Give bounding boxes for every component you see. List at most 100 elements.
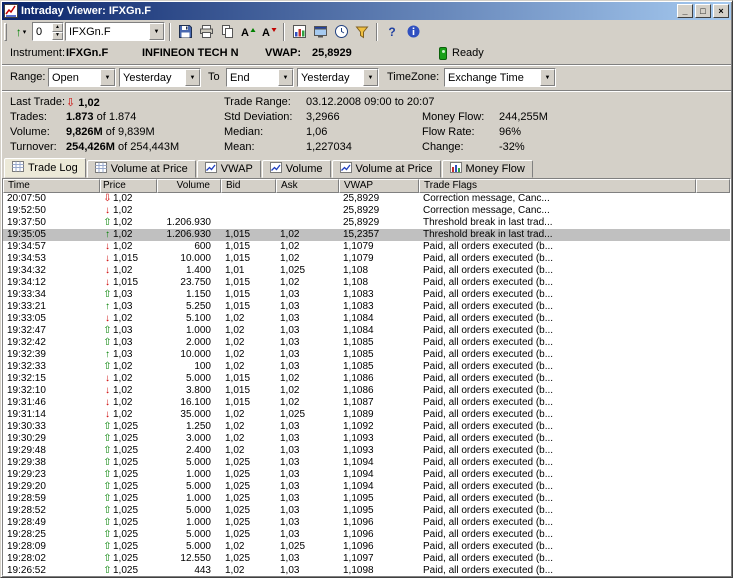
cell-bid: 1,025	[221, 481, 276, 493]
table-row[interactable]: 19:28:02⇧1,02512.5501,0251,031,1097Paid,…	[3, 553, 730, 565]
maximize-button[interactable]: □	[695, 4, 711, 18]
price-value: 1,015	[113, 277, 138, 289]
help-button[interactable]: ?	[382, 22, 402, 42]
table-row[interactable]: 19:29:48⇧1,0252.4001,021,031,1093Paid, a…	[3, 445, 730, 457]
layout-button[interactable]	[310, 22, 330, 42]
table-row[interactable]: 19:28:52⇧1,0255.0001,0251,031,1095Paid, …	[3, 505, 730, 517]
cell-time: 19:34:32	[3, 265, 100, 277]
instrument-combo[interactable]: IFXGn.F ▼	[65, 22, 165, 41]
range-from-type-combo[interactable]: Open▼	[48, 68, 116, 87]
range-to-type-combo[interactable]: End▼	[226, 68, 294, 87]
tab-volume-at-price[interactable]: Volume at Price	[87, 160, 196, 178]
column-header-trade-flags[interactable]: Trade Flags	[419, 179, 696, 193]
toolbar-gripper[interactable]	[4, 23, 7, 41]
table-row[interactable]: 19:34:32↓1,021.4001,011,0251,108Paid, al…	[3, 265, 730, 277]
table-row[interactable]: 19:34:12↓1,01523.7501,0151,021,108Paid, …	[3, 277, 730, 289]
table-row[interactable]: 19:34:53↓1,01510.0001,0151,021,1079Paid,…	[3, 253, 730, 265]
font-decrease-button[interactable]: A	[259, 22, 279, 42]
table-row[interactable]: 19:29:38⇧1,0255.0001,0251,031,1094Paid, …	[3, 457, 730, 469]
chevron-down-icon[interactable]: ▼	[100, 69, 115, 86]
table-row[interactable]: 19:35:05↑1,021.206.9301,0151,0215,2357Th…	[3, 229, 730, 241]
navigate-up-button[interactable]: ↑▾	[11, 22, 31, 42]
table-row[interactable]: 19:28:49⇧1,0251.0001,0251,031,1096Paid, …	[3, 517, 730, 529]
table-row[interactable]: 19:32:33⇧1,021001,021,031,1085Paid, all …	[3, 361, 730, 373]
table-row[interactable]: 19:32:15↓1,025.0001,0151,021,1086Paid, a…	[3, 373, 730, 385]
down-arrow-icon: ⇩	[102, 193, 113, 205]
timezone-combo[interactable]: Exchange Time▼	[444, 68, 556, 87]
cell-trade-flags: Threshold break in last trad...	[419, 217, 696, 229]
copy-button[interactable]	[217, 22, 237, 42]
chevron-down-icon[interactable]: ▼	[149, 23, 164, 40]
table-row[interactable]: 19:34:57↓1,026001,0151,021,1079Paid, all…	[3, 241, 730, 253]
table-row[interactable]: 19:37:50⇧1,021.206.93025,8929Threshold b…	[3, 217, 730, 229]
table-row[interactable]: 19:33:34⇧1,031.1501,0151,031,1083Paid, a…	[3, 289, 730, 301]
table-row[interactable]: 19:32:47⇧1,031.0001,021,031,1084Paid, al…	[3, 325, 730, 337]
info-button[interactable]	[403, 22, 423, 42]
range-from-day-combo[interactable]: Yesterday▼	[119, 68, 201, 87]
tab-money-flow[interactable]: Money Flow	[442, 160, 533, 178]
tab-vwap[interactable]: VWAP	[197, 160, 261, 178]
cell-vwap: 1,1093	[339, 433, 419, 445]
depth-spinner[interactable]: 0 ▲▼	[32, 22, 64, 41]
price-value: 1,02	[113, 313, 132, 325]
chevron-down-icon[interactable]: ▼	[363, 69, 378, 86]
font-increase-button[interactable]: A	[238, 22, 258, 42]
clock-button[interactable]	[331, 22, 351, 42]
print-button[interactable]	[196, 22, 216, 42]
table-row[interactable]: 19:29:20⇧1,0255.0001,0251,031,1094Paid, …	[3, 481, 730, 493]
cell-filler	[696, 229, 730, 241]
column-header-volume[interactable]: Volume	[157, 179, 221, 193]
cell-vwap: 1,1084	[339, 313, 419, 325]
tab-label: Money Flow	[466, 163, 525, 175]
table-row[interactable]: 19:30:29⇧1,0253.0001,021,031,1093Paid, a…	[3, 433, 730, 445]
cell-price: ⇧1,025	[100, 433, 157, 445]
table-row[interactable]: 19:33:21↑1,035.2501,0151,031,1083Paid, a…	[3, 301, 730, 313]
table-row[interactable]: 19:28:59⇧1,0251.0001,0251,031,1095Paid, …	[3, 493, 730, 505]
table-row[interactable]: 19:31:14↓1,0235.0001,021,0251,1089Paid, …	[3, 409, 730, 421]
filter-button[interactable]	[352, 22, 372, 42]
table-row[interactable]: 19:33:05↓1,025.1001,021,031,1084Paid, al…	[3, 313, 730, 325]
table-row[interactable]: 19:28:09⇧1,0255.0001,021,0251,1096Paid, …	[3, 541, 730, 553]
table-row[interactable]: 19:52:50↓1,0225,8929Correction message, …	[3, 205, 730, 217]
chevron-down-icon[interactable]: ▼	[278, 69, 293, 86]
range-to-day-combo[interactable]: Yesterday▼	[297, 68, 379, 87]
cell-time: 19:34:57	[3, 241, 100, 253]
chart-button[interactable]	[289, 22, 309, 42]
price-value: 1,03	[113, 289, 132, 301]
chevron-down-icon[interactable]: ▼	[540, 69, 555, 86]
table-row[interactable]: 19:31:46↓1,0216.1001,0151,021,1087Paid, …	[3, 397, 730, 409]
tab-volume-at-price-2[interactable]: Volume at Price	[332, 160, 441, 178]
cell-time: 20:07:50	[3, 193, 100, 205]
column-header-vwap[interactable]: VWAP	[339, 179, 419, 193]
chevron-down-icon[interactable]: ▼	[185, 69, 200, 86]
instrument-ric: IFXGn.F	[66, 47, 108, 59]
table-row[interactable]: 19:30:33⇧1,0251.2501,021,031,1092Paid, a…	[3, 421, 730, 433]
close-button[interactable]: ×	[713, 4, 729, 18]
column-header-ask[interactable]: Ask	[276, 179, 339, 193]
column-header-bid[interactable]: Bid	[221, 179, 276, 193]
column-header-time[interactable]: Time	[3, 179, 100, 193]
table-row[interactable]: 19:29:23⇧1,0251.0001,0251,031,1094Paid, …	[3, 469, 730, 481]
tab-trade-log[interactable]: Trade Log	[4, 158, 86, 178]
cell-price: ⇧1,025	[100, 469, 157, 481]
cell-ask: 1,03	[276, 457, 339, 469]
app-icon	[4, 4, 18, 18]
table-row[interactable]: 20:07:50⇩1,0225,8929Correction message, …	[3, 193, 730, 205]
column-header-price[interactable]: Price	[100, 179, 157, 193]
spin-down-icon[interactable]: ▼	[52, 32, 63, 41]
table-row[interactable]: 19:28:25⇧1,0255.0001,0251,031,1096Paid, …	[3, 529, 730, 541]
title-bar: Intraday Viewer: IFXGn.F _ □ ×	[2, 2, 731, 20]
cell-filler	[696, 469, 730, 481]
table-row[interactable]: 19:32:39↑1,0310.0001,021,031,1085Paid, a…	[3, 349, 730, 361]
save-button[interactable]	[175, 22, 195, 42]
table-row[interactable]: 19:26:52⇧1,0254431,021,031,1098Paid, all…	[3, 565, 730, 575]
spin-up-icon[interactable]: ▲	[52, 23, 63, 32]
table-row[interactable]: 19:32:10↓1,023.8001,0151,021,1086Paid, a…	[3, 385, 730, 397]
cell-bid: 1,025	[221, 469, 276, 481]
up-arrow-icon: ⇧	[102, 493, 113, 505]
minimize-button[interactable]: _	[677, 4, 693, 18]
cell-vwap: 1,1092	[339, 421, 419, 433]
trade-log-table: TimePriceVolumeBidAskVWAPTrade Flags 20:…	[2, 178, 731, 576]
table-row[interactable]: 19:32:42⇧1,032.0001,021,031,1085Paid, al…	[3, 337, 730, 349]
tab-volume[interactable]: Volume	[262, 160, 331, 178]
